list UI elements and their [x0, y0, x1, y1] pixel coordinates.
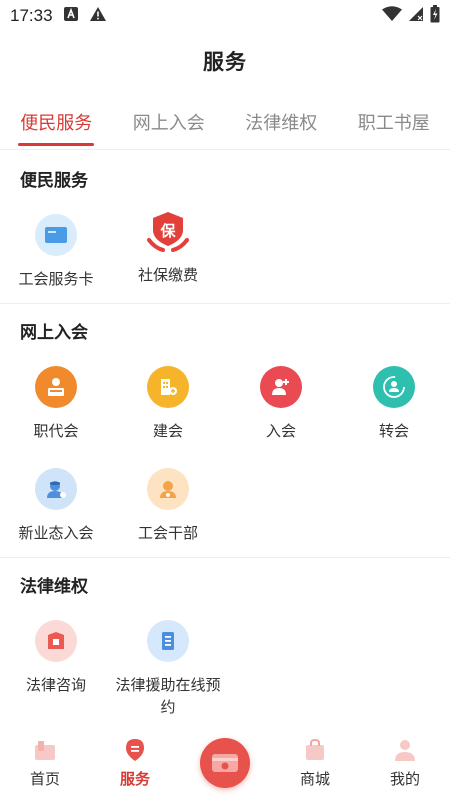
nav-label: 商城: [299, 770, 330, 788]
section-title-legal-rights: 法律维权: [20, 577, 88, 597]
section-title-convenience: 便民服务: [20, 171, 88, 191]
tab-label: 便民服务: [20, 112, 93, 134]
service-item-social-security[interactable]: 保 社保缴费: [112, 212, 224, 286]
tab-join-online[interactable]: 网上入会: [113, 94, 226, 149]
service-item-join-union[interactable]: 入会: [225, 366, 337, 442]
item-label: 职代会: [33, 422, 79, 440]
cadre-icon: [147, 468, 189, 510]
service-item-legal-consult[interactable]: 法律咨询: [0, 620, 112, 696]
bottom-nav: 首页 服务 商城 我的: [0, 730, 450, 800]
nav-label: 我的: [389, 770, 420, 788]
nav-mine[interactable]: 我的: [360, 730, 450, 800]
tab-label: 法律维权: [245, 112, 318, 134]
nav-mall[interactable]: 商城: [270, 730, 360, 800]
user-icon: [391, 738, 419, 762]
service-item-union-cadre[interactable]: 工会干部: [112, 468, 224, 544]
item-label: 建会: [152, 422, 183, 440]
keyboard-a-icon: [63, 6, 79, 27]
nav-center-slot: [180, 730, 270, 800]
tab-bar: 便民服务 网上入会 法律维权 职工书屋: [0, 94, 450, 150]
section-title-join-online: 网上入会: [20, 323, 88, 343]
service-item-new-economy-join[interactable]: 新业态入会: [0, 468, 112, 544]
add-user-icon: [260, 366, 302, 408]
item-label: 法律咨询: [25, 676, 86, 694]
status-time: 17:33: [10, 6, 53, 25]
service-item-union-card[interactable]: 工会服务卡: [0, 214, 112, 290]
signal-icon: [408, 6, 424, 27]
tab-convenience[interactable]: 便民服务: [0, 94, 113, 149]
transfer-user-icon: [373, 366, 415, 408]
section-divider: [0, 303, 450, 304]
service-item-build-union[interactable]: 建会: [112, 366, 224, 442]
page-title: 服务: [203, 50, 247, 74]
tab-legal-rights[interactable]: 法律维权: [225, 94, 338, 149]
service-icon: [121, 738, 149, 762]
service-item-transfer-union[interactable]: 转会: [338, 366, 450, 442]
consult-icon: [35, 620, 77, 662]
item-label: 法律援助在线预约: [115, 676, 221, 716]
new-worker-icon: [35, 468, 77, 510]
service-item-legal-aid-booking[interactable]: 法律援助在线预约: [112, 620, 224, 718]
card-pay-icon: [212, 754, 238, 772]
legal-doc-icon: [147, 620, 189, 662]
service-item-staff-congress[interactable]: 职代会: [0, 366, 112, 442]
app-header: 服务: [0, 32, 450, 90]
shopping-bag-icon: [301, 738, 329, 762]
warning-icon: [89, 6, 107, 27]
battery-icon: [430, 4, 440, 28]
item-label: 社保缴费: [137, 266, 198, 284]
podium-icon: [35, 366, 77, 408]
social-security-icon: 保: [145, 210, 191, 256]
item-label: 转会: [378, 422, 409, 440]
item-label: 入会: [265, 422, 296, 440]
building-icon: [147, 366, 189, 408]
card-icon: [35, 214, 77, 256]
home-icon: [31, 738, 59, 762]
item-label: 工会干部: [137, 524, 198, 542]
center-card-button[interactable]: [200, 738, 250, 788]
wifi-icon: [382, 5, 402, 27]
tab-worker-library[interactable]: 职工书屋: [338, 94, 450, 149]
nav-label: 首页: [29, 770, 60, 788]
nav-label: 服务: [119, 770, 150, 788]
item-label: 工会服务卡: [18, 270, 94, 288]
tab-label: 职工书屋: [357, 112, 430, 134]
nav-service[interactable]: 服务: [90, 730, 180, 800]
svg-text:保: 保: [159, 222, 176, 240]
section-divider: [0, 557, 450, 558]
item-label: 新业态入会: [18, 524, 94, 542]
nav-home[interactable]: 首页: [0, 730, 90, 800]
status-bar: 17:33: [0, 0, 450, 32]
tab-label: 网上入会: [132, 112, 205, 134]
active-tab-indicator: [18, 143, 95, 146]
